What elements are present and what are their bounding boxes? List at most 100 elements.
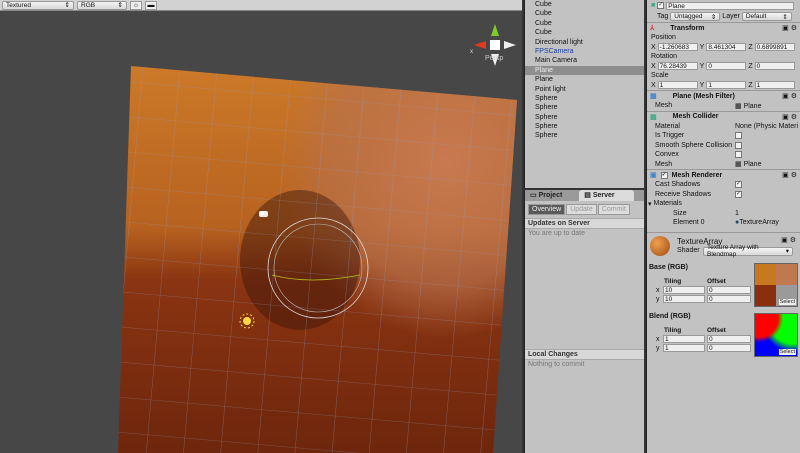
- hierarchy-item[interactable]: Cube: [525, 0, 644, 9]
- base-tiling-y[interactable]: 10: [663, 294, 705, 303]
- cast-shadows-checkbox[interactable]: ✓: [735, 181, 742, 189]
- tag-dropdown[interactable]: Untagged ⇕: [670, 12, 721, 21]
- physic-material-field[interactable]: None (Physic Materi: [735, 123, 798, 130]
- convex-label: Convex: [655, 151, 679, 159]
- hierarchy-item[interactable]: Sphere: [525, 131, 644, 140]
- rotation-y[interactable]: 0: [706, 62, 747, 71]
- hierarchy-item-selected[interactable]: Plane: [525, 65, 644, 76]
- base-offset-y[interactable]: 0: [707, 294, 751, 303]
- size-value[interactable]: 1: [735, 210, 739, 217]
- mesh-field[interactable]: ▦ Plane: [735, 102, 761, 110]
- gear-icon[interactable]: ▣ ⚙: [782, 171, 797, 179]
- element-field[interactable]: ●TextureArray: [735, 219, 779, 226]
- updates-status: You are up to date: [528, 230, 585, 237]
- element-value: TextureArray: [739, 219, 779, 227]
- base-tiling-label: Tiling: [664, 277, 682, 285]
- materials-label: Materials: [653, 200, 682, 208]
- mesh-collider-header[interactable]: ▦ Mesh Collider ▣ ⚙: [647, 110, 800, 122]
- commit-button[interactable]: Commit: [597, 204, 630, 215]
- base-texture-slot[interactable]: Select: [754, 262, 798, 307]
- collider-mesh-field[interactable]: ▦ Plane: [735, 160, 761, 168]
- hierarchy-item[interactable]: Sphere: [525, 122, 644, 131]
- gear-icon[interactable]: ▣ ⚙: [782, 113, 797, 121]
- blend-label: Blend (RGB): [649, 312, 691, 320]
- axis-z: Z: [748, 81, 753, 89]
- shader-value: Texture Array with Blendmap: [707, 244, 759, 258]
- render-mode-dropdown[interactable]: RGB ⇕: [77, 0, 127, 10]
- blend-select-button[interactable]: Select: [778, 348, 796, 355]
- server-icon: ▤: [584, 192, 593, 199]
- smooth-label: Smooth Sphere Collision: [655, 141, 733, 149]
- position-y[interactable]: 8.461304: [706, 43, 747, 52]
- draw-mode-dropdown[interactable]: Textured ⇕: [2, 0, 74, 10]
- hierarchy-item[interactable]: Directional light: [525, 38, 644, 47]
- textured-plane[interactable]: [0, 0, 522, 453]
- gear-icon[interactable]: ▣ ⚙: [782, 24, 797, 32]
- layer-label: Layer: [722, 13, 740, 20]
- scale-label: Scale: [651, 72, 669, 80]
- gear-icon[interactable]: ▣ ⚙: [782, 92, 797, 100]
- base-label: Base (RGB): [649, 263, 688, 271]
- receive-shadows-label: Receive Shadows: [655, 190, 712, 198]
- blend-tiling-x[interactable]: 1: [663, 334, 705, 343]
- projection-label[interactable]: Persp: [485, 55, 503, 62]
- active-checkbox[interactable]: ✓: [657, 2, 665, 9]
- hierarchy-item[interactable]: Sphere: [525, 94, 644, 103]
- server-panel: ▭ Project ▤ Server Overview Update Commi…: [524, 190, 644, 453]
- axis-x: X: [651, 81, 656, 89]
- position-x[interactable]: -1.260683: [657, 43, 698, 52]
- hierarchy-item[interactable]: Plane: [525, 75, 644, 84]
- hierarchy-item[interactable]: FPSCamera: [525, 47, 644, 56]
- rotation-x[interactable]: 76.28439: [657, 62, 698, 71]
- tab-project[interactable]: ▭ Project: [525, 190, 567, 201]
- mesh-renderer-header[interactable]: ▣ ✓ Mesh Renderer ▣ ⚙: [647, 169, 800, 180]
- hierarchy-item[interactable]: Cube: [525, 28, 644, 37]
- axis-y: Y: [699, 81, 705, 89]
- receive-shadows-checkbox[interactable]: ✓: [735, 190, 742, 198]
- shader-label: Shader: [677, 246, 700, 254]
- hierarchy-item[interactable]: Cube: [525, 9, 644, 18]
- base-tiling-x[interactable]: 10: [663, 285, 705, 294]
- position-label: Position: [651, 34, 676, 42]
- hierarchy-item[interactable]: Point light: [525, 85, 644, 94]
- blend-tiling-y[interactable]: 1: [663, 343, 705, 352]
- draw-mode-label: Textured: [6, 1, 31, 9]
- hierarchy-item[interactable]: Sphere: [525, 113, 644, 122]
- hierarchy-item[interactable]: Main Camera: [525, 56, 644, 65]
- blend-offset-y[interactable]: 0: [707, 343, 751, 352]
- sun-icon[interactable]: ☼: [130, 0, 142, 10]
- hierarchy-item[interactable]: Cube: [525, 19, 644, 28]
- overview-button[interactable]: Overview: [528, 204, 566, 215]
- shader-dropdown[interactable]: Texture Array with Blendmap ▾: [703, 244, 793, 258]
- rotation-z[interactable]: 0: [754, 62, 795, 71]
- image-icon[interactable]: ▬: [145, 0, 157, 10]
- update-button[interactable]: Update: [566, 204, 597, 215]
- mesh-filter-header[interactable]: ▦ Plane (Mesh Filter) ▣ ⚙: [647, 90, 800, 101]
- renderer-enabled-checkbox[interactable]: ✓: [660, 171, 668, 179]
- convex-checkbox[interactable]: [735, 151, 742, 159]
- name-field[interactable]: Plane: [666, 1, 795, 10]
- scale-y[interactable]: 1: [706, 81, 747, 90]
- scale-z[interactable]: 1: [754, 81, 795, 90]
- collider-mesh-label: Mesh: [655, 160, 673, 168]
- scene-view[interactable]: Textured ⇕ RGB ⇕ ☼ ▬ x Persp: [0, 0, 522, 453]
- base-select-button[interactable]: Select: [778, 298, 796, 305]
- local-changes-header: Local Changes: [525, 349, 644, 360]
- orientation-gizmo[interactable]: x: [470, 20, 520, 70]
- is-trigger-checkbox[interactable]: [735, 132, 742, 140]
- gameobject-icon: ■: [651, 2, 656, 9]
- transform-header[interactable]: ⅄ Transform ▣ ⚙: [647, 22, 800, 33]
- base-offset-label: Offset: [707, 277, 726, 285]
- blend-texture-slot[interactable]: Select: [754, 312, 798, 357]
- layer-dropdown[interactable]: Default ⇕: [741, 12, 792, 21]
- scale-x[interactable]: 1: [657, 81, 698, 90]
- blend-offset-x[interactable]: 0: [707, 334, 751, 343]
- gear-icon[interactable]: ▣ ⚙: [781, 236, 796, 244]
- tab-server[interactable]: ▤ Server: [579, 190, 635, 201]
- hierarchy-item[interactable]: Sphere: [525, 103, 644, 112]
- base-offset-x[interactable]: 0: [707, 285, 751, 294]
- position-z[interactable]: 0.6899891: [754, 43, 795, 52]
- smooth-checkbox[interactable]: [735, 141, 742, 149]
- materials-foldout[interactable]: ▾ Materials: [647, 199, 800, 209]
- camera-icon[interactable]: [259, 211, 268, 217]
